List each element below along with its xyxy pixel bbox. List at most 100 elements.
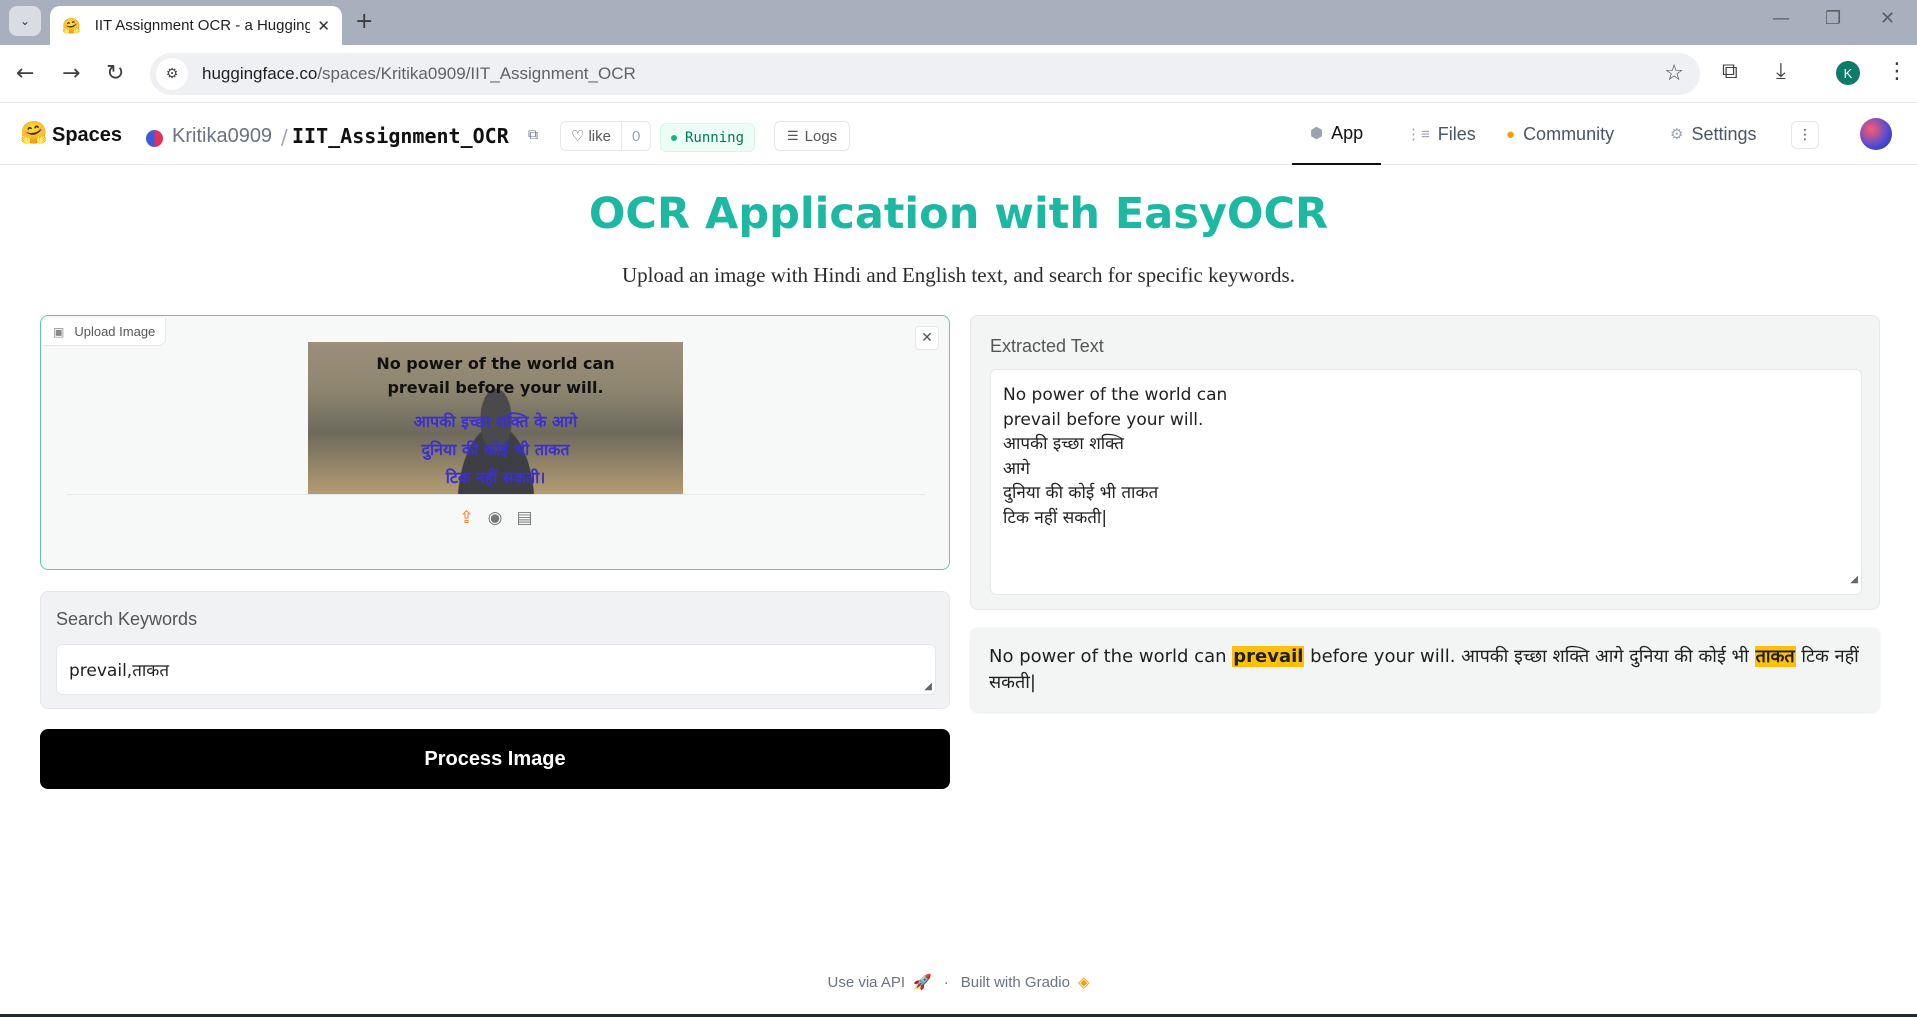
hf-header: 🤗 Spaces Kritika0909 / IIT_Assignment_OC… (0, 103, 1917, 165)
preview-text-line: No power of the world can (376, 354, 615, 373)
highlight-text: before your will. आपकी इच्छा शक्ति आगे द… (1304, 646, 1755, 667)
extracted-line: No power of the world can (1003, 385, 1228, 405)
webcam-icon[interactable]: ◉ (488, 508, 503, 528)
community-icon: ● (1506, 125, 1516, 143)
highlight-text: No power of the world can (989, 646, 1233, 667)
repo-name[interactable]: IIT_Assignment_OCR (292, 124, 509, 148)
url-host: huggingface.co (202, 64, 318, 83)
clear-image-button[interactable]: ✕ (915, 326, 939, 350)
more-options-button[interactable]: ⋮ (1791, 121, 1819, 149)
tab-files[interactable]: ⋮≡ Files (1406, 103, 1476, 165)
divider (67, 494, 925, 495)
extracted-text-block: Extracted Text No power of the world can… (970, 315, 1880, 610)
tab-community-label: Community (1523, 123, 1615, 144)
upload-image-label: ▣ Upload Image (43, 318, 167, 346)
url-text: huggingface.co/spaces/Kritika0909/IIT_As… (202, 64, 636, 84)
logs-label: Logs (804, 127, 838, 145)
new-tab-icon[interactable]: + (355, 9, 373, 34)
like-count: 0 (631, 127, 641, 145)
close-icon[interactable]: ✕ (317, 17, 330, 35)
extracted-line: टिक नहीं सकती| (1003, 507, 1108, 528)
tab-files-label: Files (1437, 123, 1476, 144)
user-avatar[interactable] (1860, 118, 1892, 150)
cube-icon: ⬢ (1310, 125, 1324, 142)
gear-icon: ⚙ (1670, 126, 1684, 143)
preview-text-line: टिक नहीं सकती। (445, 468, 546, 487)
back-icon[interactable]: ← (16, 61, 34, 86)
extracted-line: दुनिया की कोई भी ताकत (1003, 483, 1159, 503)
tab-search-button[interactable]: ⌄ (9, 6, 41, 36)
use-via-api-link[interactable]: Use via API (828, 974, 906, 991)
logs-icon: ☰ (787, 128, 799, 143)
owner-link[interactable]: Kritika0909 (172, 125, 272, 148)
browser-menu-icon[interactable]: ⋮ (1886, 59, 1908, 84)
kebab-icon: ⋮ (1798, 127, 1812, 143)
copy-icon[interactable]: ⧉ (528, 127, 538, 143)
status-dot-icon (671, 134, 677, 141)
bookmark-star-icon[interactable]: ☆ (1664, 61, 1684, 86)
search-keywords-block: Search Keywords prevail,ताकत ◢ (40, 591, 950, 709)
extensions-icon[interactable]: ⧉ (1722, 59, 1738, 84)
resize-handle-icon[interactable]: ◢ (1850, 568, 1858, 593)
profile-avatar[interactable]: K (1836, 61, 1860, 85)
keyword-highlight: ताकत (1754, 646, 1796, 667)
gradio-app: OCR Application with EasyOCR Upload an i… (0, 165, 1917, 1017)
reload-icon[interactable]: ↻ (106, 61, 124, 86)
extracted-line: आगे (1003, 458, 1030, 479)
app-title: OCR Application with EasyOCR (588, 189, 1329, 239)
site-info-icon[interactable]: ⚙ (156, 58, 188, 90)
search-keywords-input[interactable]: prevail,ताकत ◢ (56, 644, 936, 695)
like-label: ♡ like (561, 122, 622, 150)
browser-tabbar: ⌄ 🤗 IIT Assignment OCR - a Hugging Face … (0, 0, 1917, 45)
tab-settings-label: Settings (1691, 123, 1757, 144)
tab-app-label: App (1331, 122, 1364, 143)
uploaded-image-preview: No power of the world can prevail before… (308, 342, 683, 494)
logs-button[interactable]: ☰ Logs (774, 121, 851, 151)
search-keywords-label: Search Keywords (56, 609, 198, 629)
rocket-icon: 🚀 (913, 974, 932, 991)
hf-favicon-icon: 🤗 (62, 16, 81, 35)
like-button[interactable]: ♡ like 0 (560, 121, 652, 151)
browser-tab-active[interactable]: 🤗 IIT Assignment OCR - a Hugging Face Sp… (50, 6, 342, 45)
tab-community[interactable]: ● Community (1506, 103, 1614, 165)
image-upload[interactable]: ▣ Upload Image ✕ No power of the world ca… (40, 315, 950, 570)
upload-label-text: Upload Image (74, 324, 156, 339)
heart-icon: ♡ (571, 128, 585, 145)
app-subtitle: Upload an image with Hindi and English t… (622, 263, 1295, 287)
resize-handle-icon[interactable]: ◢ (924, 681, 932, 692)
hf-logo-icon[interactable]: 🤗 (20, 121, 47, 146)
spaces-link[interactable]: Spaces (52, 124, 122, 147)
close-icon: ✕ (921, 330, 933, 346)
extracted-line: prevail before your will. (1003, 409, 1204, 430)
download-icon[interactable]: ⤓ (1776, 59, 1786, 84)
tab-app[interactable]: ⬢ App (1292, 103, 1382, 165)
url-path: /spaces/Kritika0909/IIT_Assignment_OCR (317, 64, 636, 83)
clipboard-icon[interactable]: ▤ (517, 508, 533, 528)
extracted-line: आपकी इच्छा शक्ति (1003, 434, 1124, 454)
path-separator: / (281, 125, 288, 149)
minimize-icon[interactable]: — (1772, 8, 1790, 29)
status-text: Running (685, 129, 745, 146)
keyword-highlight: prevail (1232, 646, 1305, 667)
like-text: like (588, 127, 611, 145)
address-bar[interactable]: ⚙ huggingface.co/spaces/Kritika0909/IIT_… (150, 53, 1700, 95)
search-keywords-value: prevail,ताकत (69, 661, 170, 681)
window-close-icon[interactable]: ✕ (1880, 8, 1895, 29)
tab-title: IIT Assignment OCR - a Hugging Face Spac… (94, 17, 310, 34)
built-with-gradio-link[interactable]: Built with Gradio (961, 974, 1070, 991)
upload-icon[interactable]: ⇪ (459, 508, 473, 528)
restore-icon[interactable]: ❐ (1825, 8, 1841, 29)
image-source-selector: ⇪ ◉ ▤ (41, 508, 951, 528)
status-badge[interactable]: Running (660, 123, 756, 152)
tab-settings[interactable]: ⚙ Settings (1670, 103, 1757, 165)
highlighted-output: No power of the world can prevail before… (970, 627, 1880, 712)
process-image-button[interactable]: Process Image (40, 729, 950, 789)
image-icon: ▣ (53, 324, 65, 339)
preview-text-line: दुनिया की कोई भी ताकत (421, 440, 570, 459)
browser-toolbar: ← → ↻ ⚙ huggingface.co/spaces/Kritika090… (0, 45, 1917, 103)
forward-icon[interactable]: → (62, 61, 80, 86)
owner-avatar (146, 130, 163, 147)
gradio-logo-icon: ◈ (1077, 974, 1090, 991)
extracted-text-output[interactable]: No power of the world can prevail before… (990, 369, 1862, 595)
extracted-text-label: Extracted Text (990, 336, 1104, 356)
